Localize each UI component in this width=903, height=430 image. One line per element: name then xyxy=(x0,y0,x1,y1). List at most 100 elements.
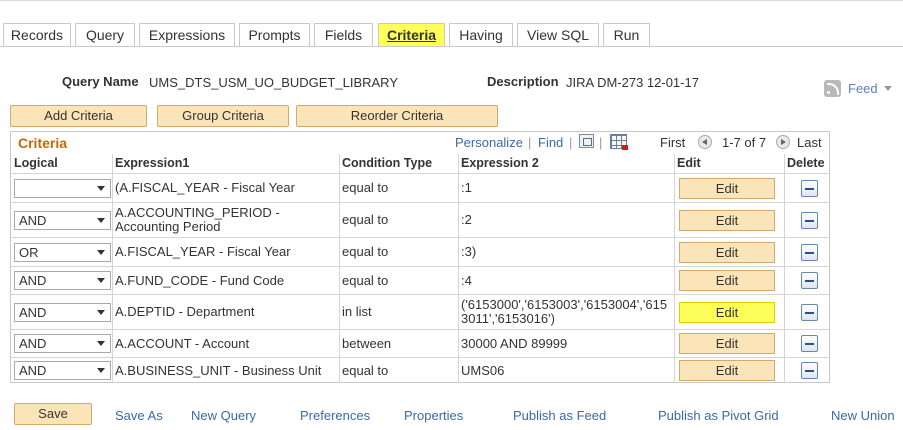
group-criteria-button[interactable]: Group Criteria xyxy=(157,105,289,127)
condition-cell: between xyxy=(342,335,392,351)
chevron-down-icon xyxy=(97,341,105,346)
reorder-criteria-button[interactable]: Reorder Criteria xyxy=(296,105,498,127)
preferences-link[interactable]: Preferences xyxy=(300,408,370,423)
logical-select[interactable]: AND xyxy=(14,210,111,230)
expression2-cell: UMS06 xyxy=(461,362,505,378)
delete-cell xyxy=(784,203,829,237)
expression2-cell: :1 xyxy=(461,180,472,195)
feed-dropdown[interactable]: Feed xyxy=(824,78,892,98)
new-union-link[interactable]: New Union xyxy=(831,408,895,423)
grid-title: Criteria xyxy=(18,135,68,151)
edit-button[interactable]: Edit xyxy=(679,301,775,323)
chevron-down-icon xyxy=(97,185,105,191)
nav-separator: | xyxy=(599,135,603,150)
logical-select[interactable] xyxy=(14,178,111,198)
logical-cell: AND xyxy=(11,358,112,383)
condition-cell: equal to xyxy=(342,244,389,259)
row-range: 1-7 of 7 xyxy=(722,135,767,150)
delete-row-icon[interactable] xyxy=(801,303,818,321)
select-value: AND xyxy=(19,363,47,378)
expression2-cell: :2 xyxy=(461,212,472,227)
header-condition-type: Condition Type xyxy=(342,156,433,170)
table-row: AND A.FUND_CODE - Fund Code equal to :4 … xyxy=(11,266,829,294)
edit-button[interactable]: Edit xyxy=(679,360,775,381)
description-value: JIRA DM-273 12-01-17 xyxy=(566,75,699,90)
new-query-link[interactable]: New Query xyxy=(191,408,256,423)
delete-cell xyxy=(784,358,829,383)
tab-view-sql[interactable]: View SQL xyxy=(517,23,599,47)
condition-cell: equal to xyxy=(342,362,389,378)
download-excel-icon[interactable] xyxy=(610,134,628,150)
view-all-icon[interactable] xyxy=(579,134,594,148)
edit-cell: Edit xyxy=(674,330,784,357)
delete-row-icon[interactable] xyxy=(801,243,818,261)
edit-button[interactable]: Edit xyxy=(679,241,775,263)
logical-cell: AND xyxy=(11,295,112,329)
edit-cell: Edit xyxy=(674,267,784,294)
condition-cell: equal to xyxy=(342,272,389,288)
chevron-down-icon xyxy=(97,249,105,255)
tab-bar: Records Query Expressions Prompts Fields… xyxy=(0,23,903,47)
delete-row-icon[interactable] xyxy=(801,335,818,352)
logical-select[interactable]: AND xyxy=(14,302,111,322)
delete-cell xyxy=(784,330,829,357)
expression1-cell: (A.FISCAL_YEAR - Fiscal Year xyxy=(115,180,295,195)
tab-label: Records xyxy=(10,27,64,43)
properties-link[interactable]: Properties xyxy=(404,408,463,423)
tab-fields[interactable]: Fields xyxy=(314,23,373,47)
nav-separator: | xyxy=(569,135,573,150)
select-value: OR xyxy=(19,244,39,260)
delete-cell xyxy=(784,267,829,294)
personalize-link[interactable]: Personalize xyxy=(455,135,523,150)
query-name-label: Query Name xyxy=(62,74,139,89)
edit-button[interactable]: Edit xyxy=(679,333,775,354)
tab-records[interactable]: Records xyxy=(3,23,71,47)
publish-as-pivot-grid-link[interactable]: Publish as Pivot Grid xyxy=(658,408,779,423)
chevron-down-icon xyxy=(97,309,105,315)
logical-select[interactable]: OR xyxy=(14,242,111,262)
condition-cell: in list xyxy=(342,304,372,319)
logical-select[interactable]: AND xyxy=(14,271,111,290)
edit-button[interactable]: Edit xyxy=(679,270,775,291)
table-row: (A.FISCAL_YEAR - Fiscal Year equal to :1… xyxy=(11,173,829,202)
tab-expressions[interactable]: Expressions xyxy=(139,23,235,47)
chevron-down-icon xyxy=(97,368,105,373)
expression2-cell: :3) xyxy=(461,244,477,259)
condition-cell: equal to xyxy=(342,180,389,195)
logical-select[interactable]: AND xyxy=(14,361,111,380)
edit-button[interactable]: Edit xyxy=(679,209,775,231)
tab-having[interactable]: Having xyxy=(449,23,513,47)
tab-criteria[interactable]: Criteria xyxy=(378,23,445,47)
edit-button[interactable]: Edit xyxy=(679,177,775,199)
condition-cell: equal to xyxy=(342,212,389,227)
add-criteria-button[interactable]: Add Criteria xyxy=(10,105,147,127)
delete-row-icon[interactable] xyxy=(801,272,818,289)
save-as-link[interactable]: Save As xyxy=(115,408,163,423)
select-value: AND xyxy=(19,304,47,320)
find-link[interactable]: Find xyxy=(538,135,563,150)
next-page-icon[interactable] xyxy=(776,135,790,149)
tab-query[interactable]: Query xyxy=(75,23,135,47)
delete-cell xyxy=(784,295,829,329)
table-row: AND A.ACCOUNT - Account between 30000 AN… xyxy=(11,329,829,357)
query-name-value: UMS_DTS_USM_UO_BUDGET_LIBRARY xyxy=(149,75,398,90)
table-row: AND A.BUSINESS_UNIT - Business Unit equa… xyxy=(11,357,829,383)
top-divider xyxy=(0,0,903,4)
expression1-cell: A.ACCOUNTING_PERIOD - Accounting Period xyxy=(115,205,280,234)
logical-select[interactable]: AND xyxy=(14,334,111,353)
expression2-cell: ('6153000','6153003','6153004','6153011'… xyxy=(461,297,668,326)
select-value: AND xyxy=(19,212,47,228)
tab-prompts[interactable]: Prompts xyxy=(239,23,310,47)
publish-as-feed-link[interactable]: Publish as Feed xyxy=(513,408,606,423)
delete-row-icon[interactable] xyxy=(801,179,818,197)
edit-cell: Edit xyxy=(674,295,784,329)
delete-row-icon[interactable] xyxy=(801,211,818,229)
chevron-down-icon xyxy=(97,278,105,283)
save-button[interactable]: Save xyxy=(14,403,92,425)
header-expression1: Expression1 xyxy=(115,156,190,170)
delete-row-icon[interactable] xyxy=(801,362,818,379)
previous-page-icon[interactable] xyxy=(698,135,712,149)
edit-cell: Edit xyxy=(674,174,784,202)
chevron-down-icon xyxy=(883,85,892,91)
tab-run[interactable]: Run xyxy=(603,23,650,47)
